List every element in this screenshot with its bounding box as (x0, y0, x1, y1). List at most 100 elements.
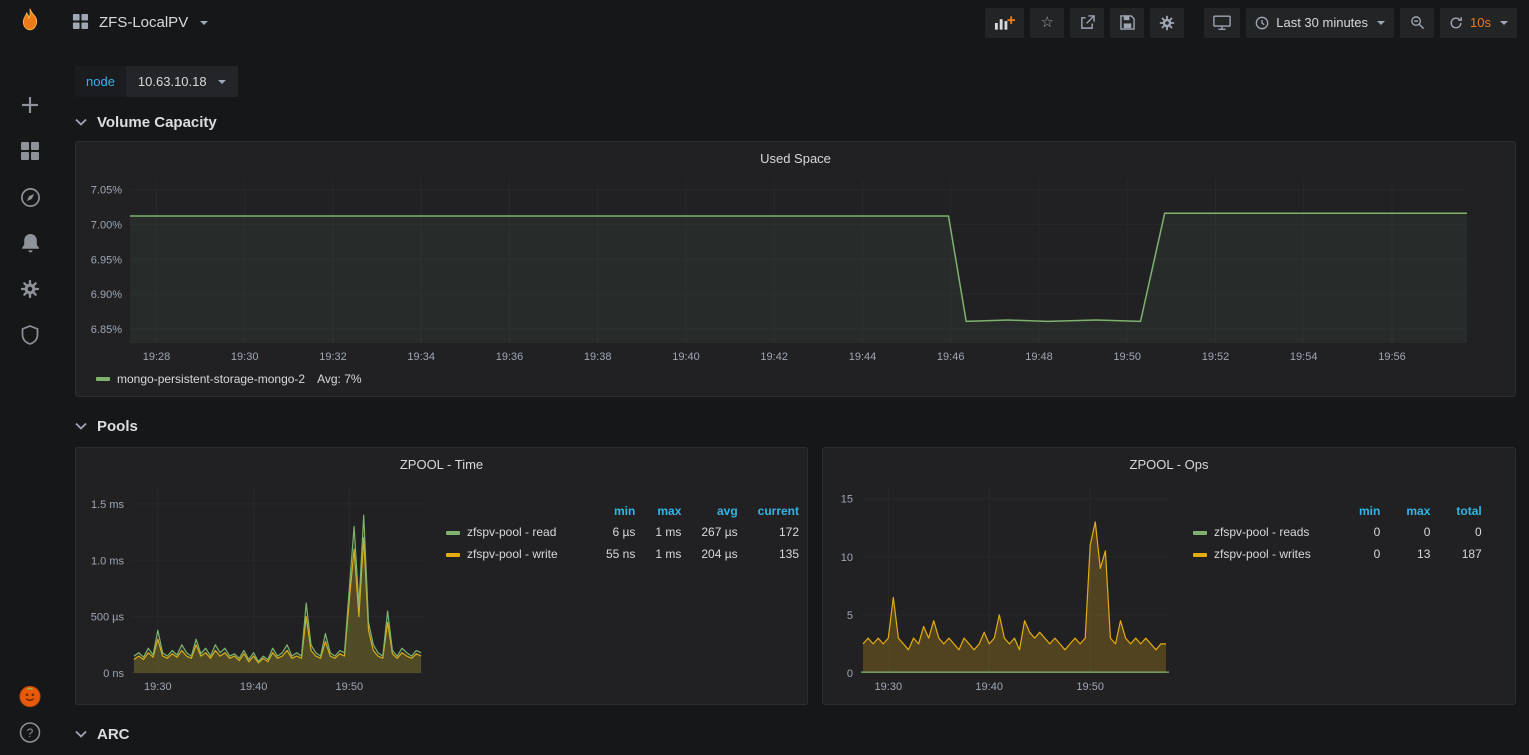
save-dashboard-button[interactable] (1110, 8, 1144, 38)
refresh-interval-label: 10s (1470, 15, 1491, 30)
series-swatch (1193, 531, 1207, 535)
svg-text:19:30: 19:30 (231, 351, 259, 363)
legend-col-avg[interactable]: avg (681, 501, 737, 521)
series-name-cell[interactable]: zfspv-pool - reads (1193, 521, 1333, 543)
stat-total: 0 (1430, 521, 1481, 543)
row-title: ARC (97, 726, 130, 743)
grafana-logo-icon[interactable] (16, 7, 44, 38)
chevron-down-icon (75, 730, 87, 738)
panel-title[interactable]: ZPOOL - Time (84, 451, 799, 477)
chevron-down-icon (75, 118, 87, 126)
time-range-label: Last 30 minutes (1276, 15, 1368, 30)
help-question-icon[interactable]: ? (19, 721, 41, 743)
explore-compass-icon[interactable] (19, 186, 41, 208)
refresh-picker[interactable]: 10s (1440, 8, 1517, 38)
legend-table: min max avg current zfspv-pool - read 6 … (446, 501, 799, 565)
zoom-out-button[interactable] (1400, 8, 1434, 38)
stat-avg: 267 µs (681, 521, 737, 543)
row-header-volume-capacity[interactable]: Volume Capacity (75, 105, 1516, 139)
panel-used-space: Used Space 6.85%6.90%6.95%7.00%7.05%19:2… (75, 141, 1516, 397)
panel-zpool-time: ZPOOL - Time 0 ns500 µs1.0 ms1.5 ms19:30… (75, 447, 808, 705)
share-dashboard-button[interactable] (1070, 8, 1104, 38)
legend-row: zfspv-pool - read 6 µs 1 ms 267 µs 172 (446, 521, 799, 543)
used-space-chart[interactable]: 6.85%6.90%6.95%7.00%7.05%19:2819:3019:32… (84, 171, 1507, 369)
legend-table-wrap: min max total zfspv-pool - reads 0 0 0 (1177, 477, 1507, 701)
stat-avg: 204 µs (681, 543, 737, 565)
dashboards-grid-icon[interactable] (19, 140, 41, 162)
row-header-arc[interactable]: ARC (75, 717, 1516, 751)
stat-min: 6 µs (586, 521, 635, 543)
svg-text:19:42: 19:42 (760, 351, 788, 363)
chevron-down-icon (200, 21, 208, 25)
chevron-down-icon (75, 422, 87, 430)
row-header-pools[interactable]: Pools (75, 409, 1516, 443)
svg-text:19:56: 19:56 (1378, 351, 1406, 363)
svg-text:19:48: 19:48 (1025, 351, 1053, 363)
stat-current: 172 (738, 521, 799, 543)
series-name-cell[interactable]: zfspv-pool - write (446, 543, 586, 565)
user-avatar[interactable] (19, 685, 41, 707)
legend-col-min[interactable]: min (586, 501, 635, 521)
alerting-bell-icon[interactable] (19, 232, 41, 254)
legend-col-current[interactable]: current (738, 501, 799, 521)
save-icon (1120, 15, 1135, 30)
sidebar-nav (19, 94, 41, 346)
svg-text:19:40: 19:40 (672, 351, 700, 363)
svg-text:15: 15 (841, 494, 853, 506)
create-plus-icon[interactable] (19, 94, 41, 116)
dashboard-title-menu[interactable]: ZFS-LocalPV (72, 13, 208, 33)
legend-col-max[interactable]: max (1380, 501, 1430, 521)
svg-text:19:28: 19:28 (143, 351, 171, 363)
variable-value-dropdown[interactable]: 10.63.10.18 (126, 66, 238, 97)
legend-col-max[interactable]: max (635, 501, 681, 521)
legend-col-name (1193, 501, 1333, 521)
legend-col-total[interactable]: total (1430, 501, 1481, 521)
zpool-time-chart[interactable]: 0 ns500 µs1.0 ms1.5 ms19:3019:4019:50 (84, 477, 430, 699)
legend-row: zfspv-pool - write 55 ns 1 ms 204 µs 135 (446, 543, 799, 565)
zpool-ops-chart[interactable]: 05101519:3019:4019:50 (831, 477, 1177, 699)
series-name: zfspv-pool - writes (1214, 547, 1311, 561)
svg-text:7.05%: 7.05% (91, 185, 122, 197)
svg-text:6.95%: 6.95% (91, 254, 122, 266)
panel-title[interactable]: Used Space (84, 145, 1507, 171)
svg-text:19:30: 19:30 (144, 681, 172, 693)
series-avg-stat: Avg: 7% (317, 372, 361, 386)
apps-grid-icon (72, 13, 89, 33)
chart-svg: 6.85%6.90%6.95%7.00%7.05%19:2819:3019:32… (84, 171, 1507, 369)
legend-col-min[interactable]: min (1333, 501, 1380, 521)
panel-title[interactable]: ZPOOL - Ops (831, 451, 1507, 477)
add-panel-button[interactable] (985, 8, 1024, 38)
dashboard-canvas: node 10.63.10.18 Volume Capacity Used Sp… (60, 45, 1529, 755)
series-swatch (96, 377, 110, 381)
clock-icon (1255, 16, 1269, 30)
legend-col-name (446, 501, 586, 521)
svg-text:19:52: 19:52 (1202, 351, 1230, 363)
svg-text:10: 10 (841, 552, 853, 564)
panel-zpool-ops: ZPOOL - Ops 05101519:3019:4019:50 min ma… (822, 447, 1516, 705)
admin-shield-icon[interactable] (19, 324, 41, 346)
svg-text:6.90%: 6.90% (91, 289, 122, 301)
chart-svg: 0 ns500 µs1.0 ms1.5 ms19:3019:4019:50 (84, 477, 430, 699)
svg-text:1.5 ms: 1.5 ms (91, 499, 125, 511)
stat-max: 1 ms (635, 521, 681, 543)
legend-table: min max total zfspv-pool - reads 0 0 0 (1193, 501, 1482, 565)
series-swatch (446, 553, 460, 557)
tv-cycle-button[interactable] (1204, 8, 1240, 38)
svg-text:19:32: 19:32 (319, 351, 347, 363)
svg-text:19:46: 19:46 (937, 351, 965, 363)
stat-total: 187 (1430, 543, 1481, 565)
dashboard-settings-button[interactable] (1150, 8, 1184, 38)
stat-max: 13 (1380, 543, 1430, 565)
svg-text:19:44: 19:44 (849, 351, 877, 363)
svg-text:1.0 ms: 1.0 ms (91, 555, 125, 567)
star-icon: ☆ (1041, 15, 1054, 30)
series-name[interactable]: mongo-persistent-storage-mongo-2 (117, 372, 305, 386)
stat-min: 0 (1333, 521, 1380, 543)
svg-text:19:50: 19:50 (336, 681, 364, 693)
series-name-cell[interactable]: zfspv-pool - writes (1193, 543, 1333, 565)
legend-table-wrap: min max avg current zfspv-pool - read 6 … (430, 477, 799, 701)
star-dashboard-button[interactable]: ☆ (1030, 8, 1064, 38)
series-name-cell[interactable]: zfspv-pool - read (446, 521, 586, 543)
configuration-gear-icon[interactable] (19, 278, 41, 300)
time-range-picker[interactable]: Last 30 minutes (1246, 8, 1394, 38)
